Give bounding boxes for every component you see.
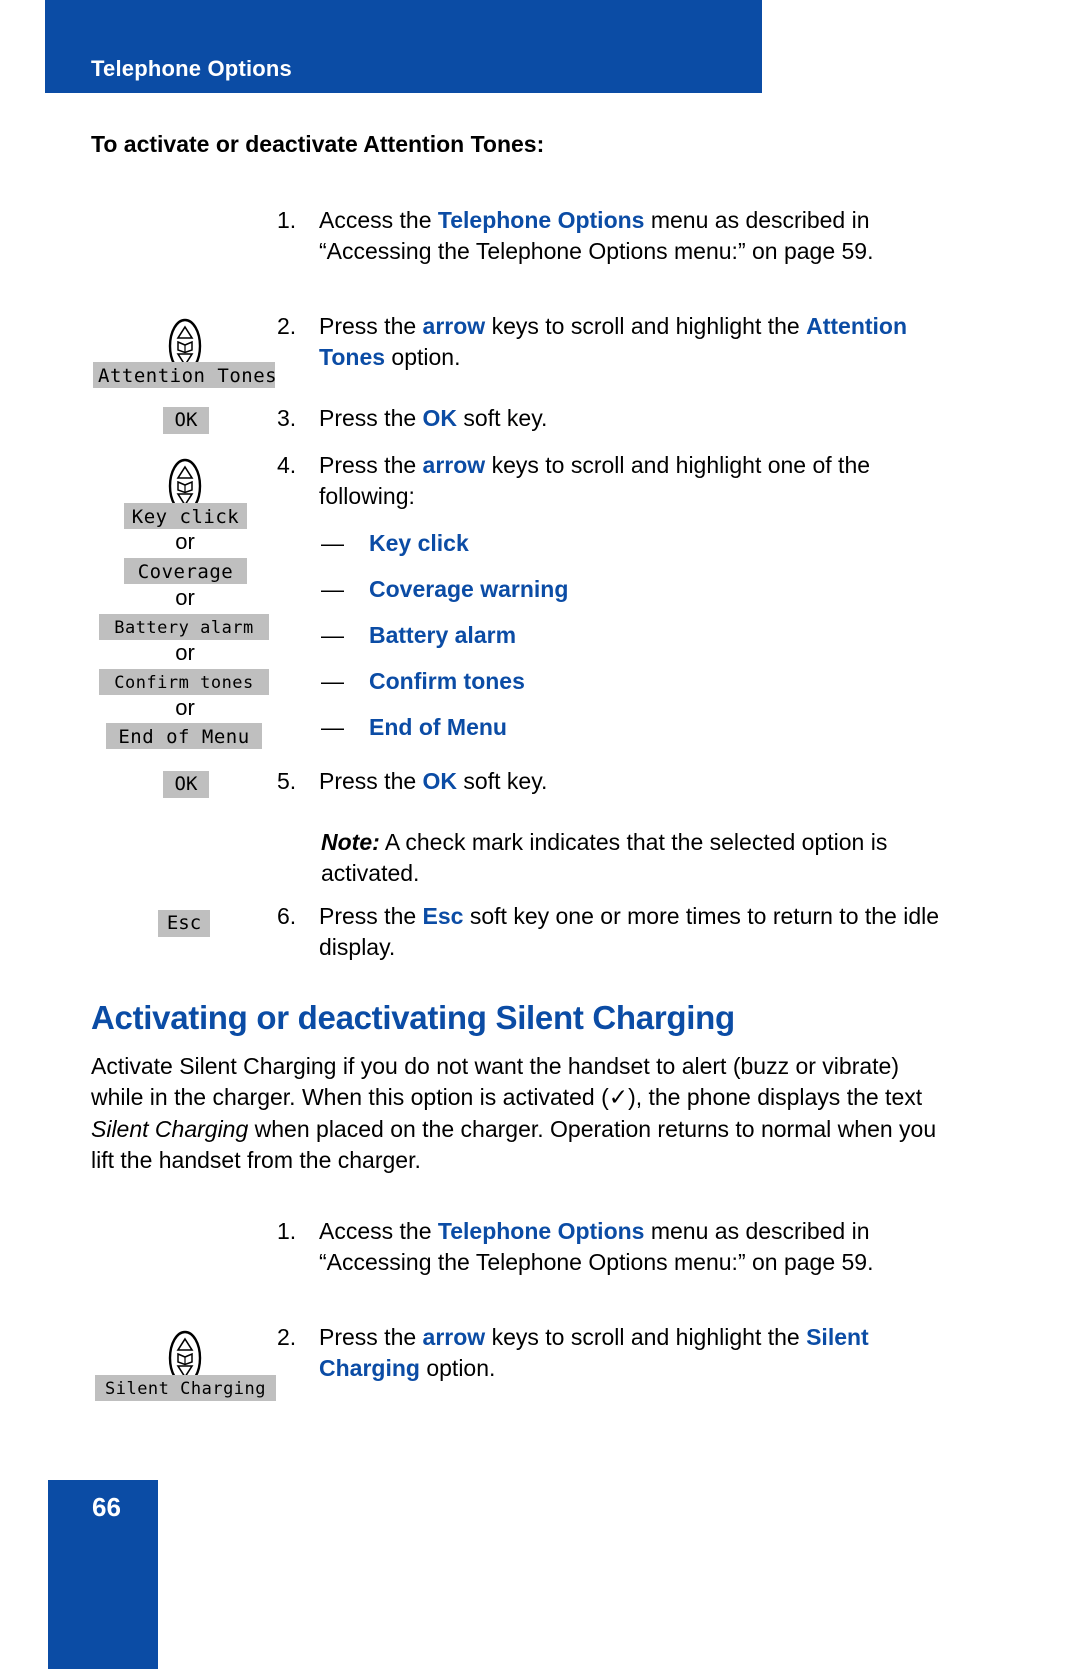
option-item-key-click: — Key click bbox=[321, 528, 469, 559]
silent-charging-paragraph: Activate Silent Charging if you do not w… bbox=[91, 1053, 937, 1173]
silent-charging-step-1-number: 1. bbox=[277, 1218, 297, 1244]
dash-marker: — bbox=[321, 668, 344, 694]
step-6-number: 6. bbox=[277, 903, 297, 929]
step-2: 2. Press the arrow keys to scroll and hi… bbox=[277, 311, 927, 373]
lcd-attention-tones: Attention Tones bbox=[93, 362, 277, 388]
option-label-key-click: Key click bbox=[369, 530, 469, 556]
step-2-text: Press the arrow keys to scroll and highl… bbox=[319, 313, 908, 370]
or-connector-1: or bbox=[175, 529, 195, 554]
or-connector-3: or bbox=[175, 640, 195, 665]
option-item-confirm-tones: — Confirm tones bbox=[321, 666, 525, 697]
step-3-text: Press the OK soft key. bbox=[319, 405, 548, 431]
step-2-number: 2. bbox=[277, 313, 297, 339]
step-5-text: Press the OK soft key. bbox=[319, 768, 548, 794]
silent-charging-step-1-text: Access the Telephone Options menu as des… bbox=[319, 1218, 874, 1275]
step-1-text: Access the Telephone Options menu as des… bbox=[319, 207, 874, 264]
note-text: A check mark indicates that the selected… bbox=[321, 829, 888, 886]
note-block: Note: A check mark indicates that the se… bbox=[321, 827, 921, 889]
silent-charging-step-2: 2. Press the arrow keys to scroll and hi… bbox=[277, 1322, 927, 1384]
silent-charging-step-2-number: 2. bbox=[277, 1324, 297, 1350]
option-item-end-of-menu: — End of Menu bbox=[321, 712, 507, 743]
silent-charging-heading: Activating or deactivating Silent Chargi… bbox=[91, 999, 735, 1036]
step-4-text: Press the arrow keys to scroll and highl… bbox=[319, 452, 871, 509]
step-4: 4. Press the arrow keys to scroll and hi… bbox=[277, 450, 937, 512]
softkey-ok-step5[interactable]: OK bbox=[163, 771, 209, 798]
step-3-number: 3. bbox=[277, 405, 297, 431]
or-connector-4: or bbox=[175, 695, 195, 720]
dash-marker: — bbox=[321, 576, 344, 602]
option-label-coverage-warning: Coverage warning bbox=[369, 576, 569, 602]
option-label-end-of-menu: End of Menu bbox=[369, 714, 507, 740]
note-label: Note: bbox=[321, 829, 380, 855]
dash-marker: — bbox=[321, 714, 344, 740]
page-number: 66 bbox=[92, 1492, 121, 1522]
step-4-number: 4. bbox=[277, 452, 297, 478]
step-5: 5. Press the OK soft key. bbox=[277, 766, 927, 797]
dash-marker: — bbox=[321, 530, 344, 556]
option-item-coverage-warning: — Coverage warning bbox=[321, 574, 568, 605]
silent-charging-step-1: 1. Access the Telephone Options menu as … bbox=[277, 1216, 927, 1278]
step-3: 3. Press the OK soft key. bbox=[277, 403, 927, 434]
option-label-battery-alarm: Battery alarm bbox=[369, 622, 517, 648]
step-6-text: Press the Esc soft key one or more times… bbox=[319, 903, 940, 960]
step-1-number: 1. bbox=[277, 207, 297, 233]
silent-charging-step-2-text: Press the arrow keys to scroll and highl… bbox=[319, 1324, 869, 1381]
lcd-confirm-tones: Confirm tones bbox=[99, 669, 269, 695]
option-label-confirm-tones: Confirm tones bbox=[369, 668, 525, 694]
or-connector-2: or bbox=[175, 585, 195, 610]
softkey-esc-step6[interactable]: Esc bbox=[158, 910, 210, 937]
softkey-ok-step3[interactable]: OK bbox=[163, 407, 209, 434]
option-item-battery-alarm: — Battery alarm bbox=[321, 620, 516, 651]
page-content: To activate or deactivate Attention Tone… bbox=[0, 0, 1080, 1669]
lcd-coverage: Coverage bbox=[124, 558, 247, 584]
step-6: 6. Press the Esc soft key one or more ti… bbox=[277, 901, 947, 963]
lcd-battery-alarm: Battery alarm bbox=[99, 614, 269, 640]
section-intro-heading: To activate or deactivate Attention Tone… bbox=[91, 131, 545, 157]
lcd-silent-charging: Silent Charging bbox=[95, 1375, 276, 1401]
dash-marker: — bbox=[321, 622, 344, 648]
step-1: 1. Access the Telephone Options menu as … bbox=[277, 205, 927, 267]
step-5-number: 5. bbox=[277, 768, 297, 794]
lcd-end-of-menu: End of Menu bbox=[106, 723, 262, 749]
lcd-key-click: Key click bbox=[124, 503, 247, 529]
